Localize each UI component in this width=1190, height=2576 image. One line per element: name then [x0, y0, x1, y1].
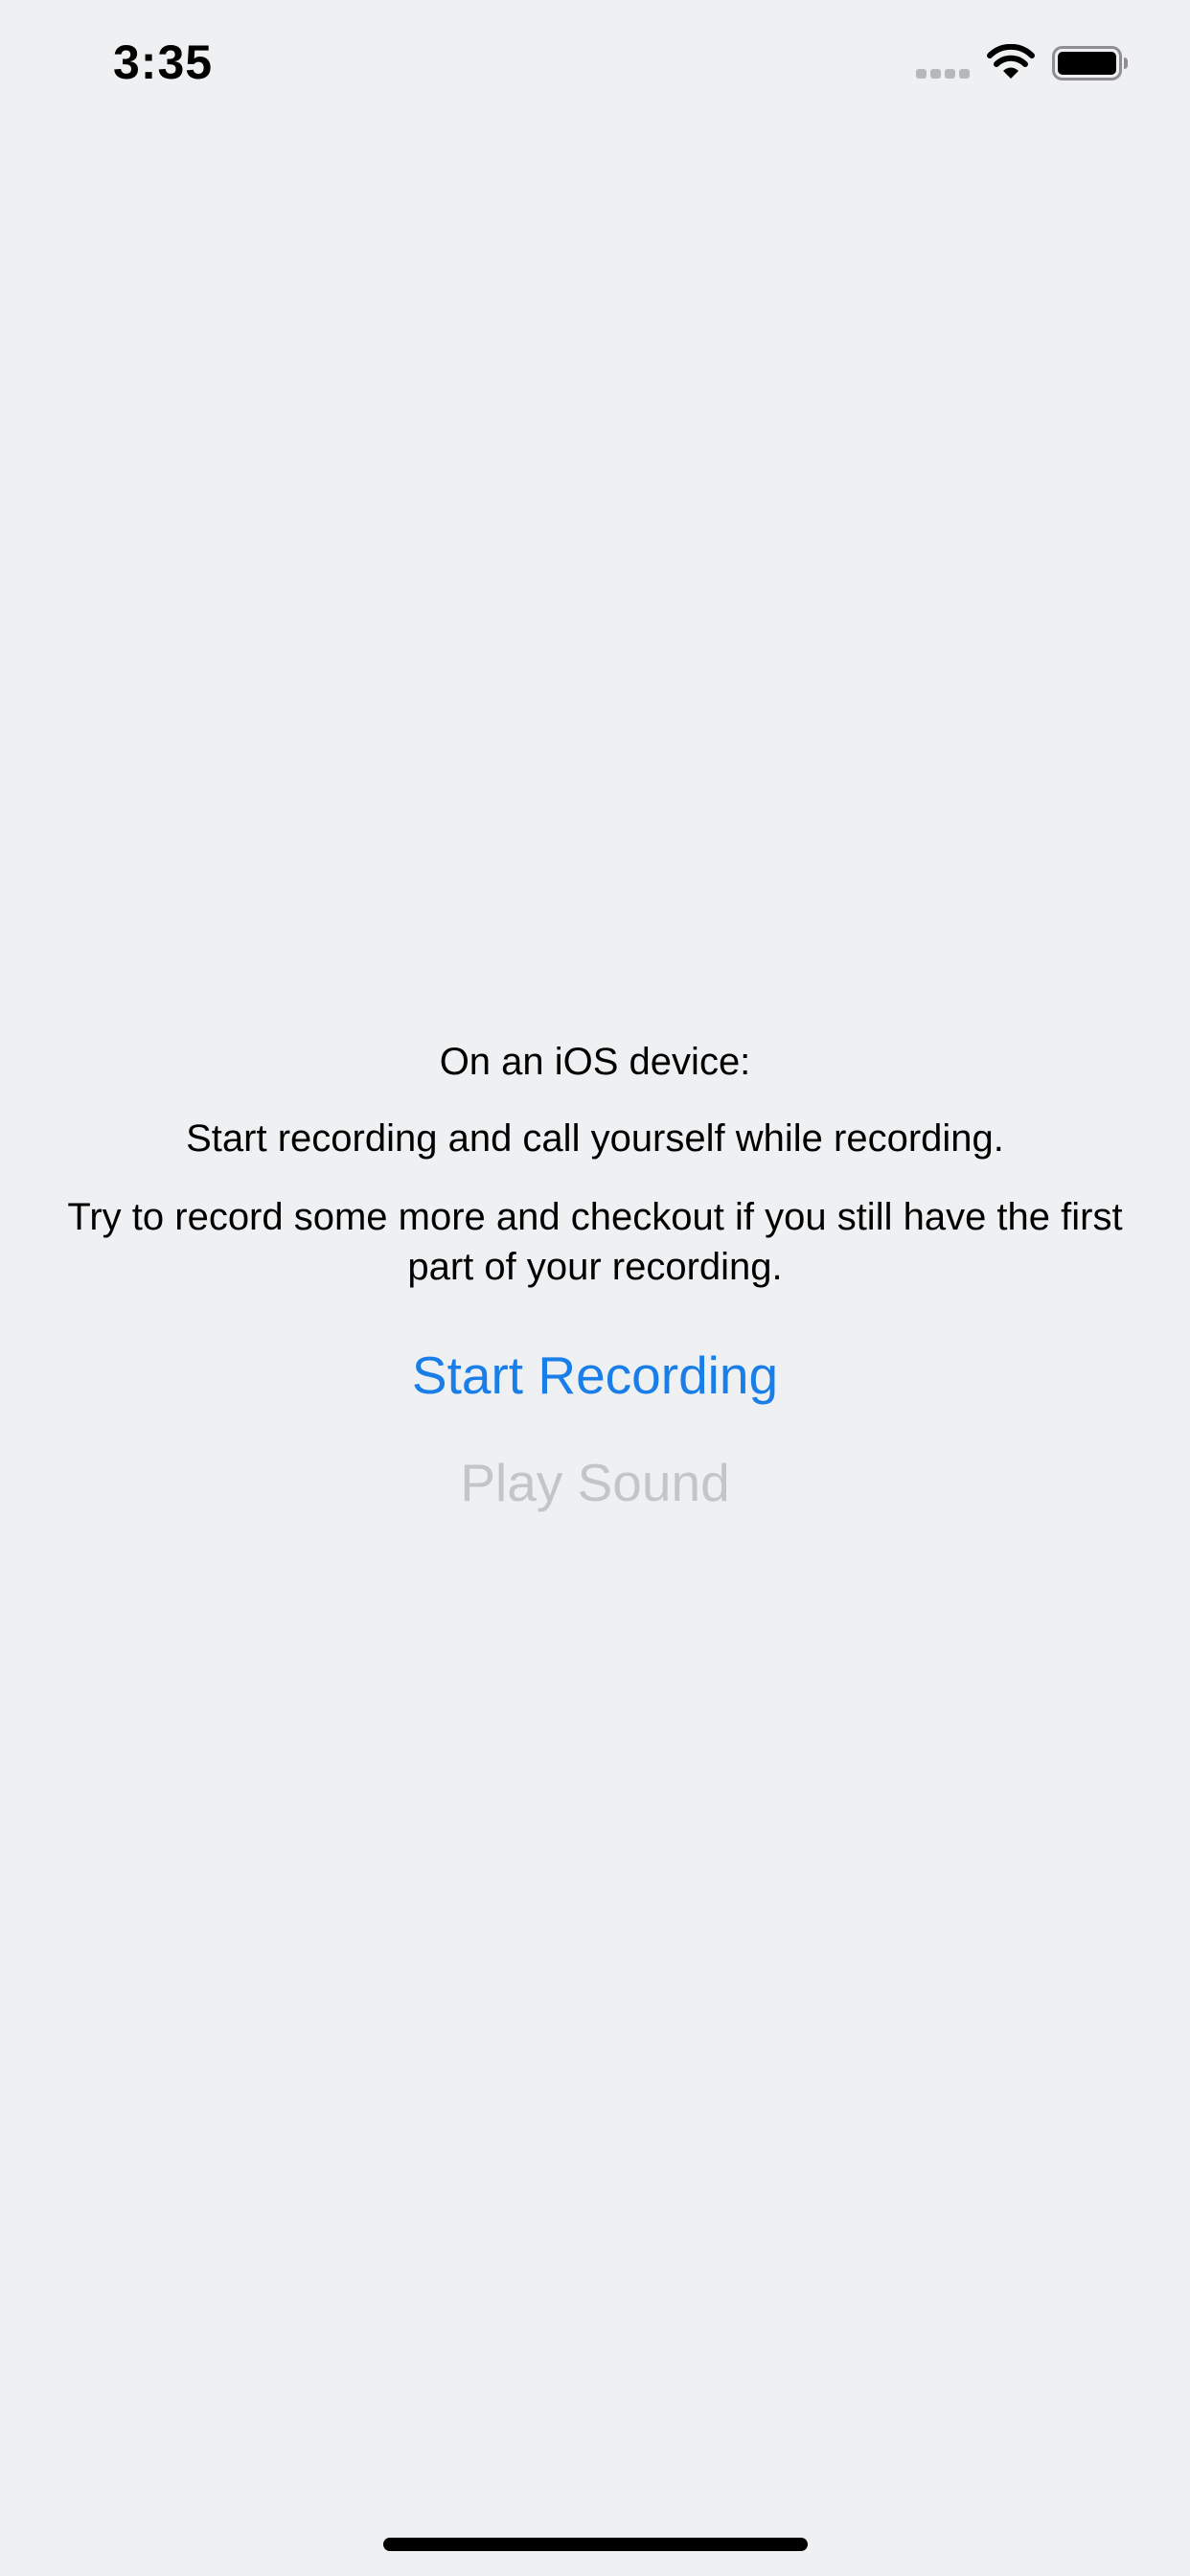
play-sound-button[interactable]: Play Sound	[38, 1449, 1152, 1516]
instruction-text-2: Try to record some more and checkout if …	[67, 1196, 1123, 1288]
home-indicator[interactable]	[383, 2538, 808, 2551]
main-content: On an iOS device: Start recording and ca…	[38, 0, 1152, 2576]
start-recording-button[interactable]: Start Recording	[38, 1342, 1152, 1409]
heading-text: On an iOS device:	[439, 1041, 751, 1083]
instruction-text-1: Start recording and call yourself while …	[186, 1117, 1004, 1160]
